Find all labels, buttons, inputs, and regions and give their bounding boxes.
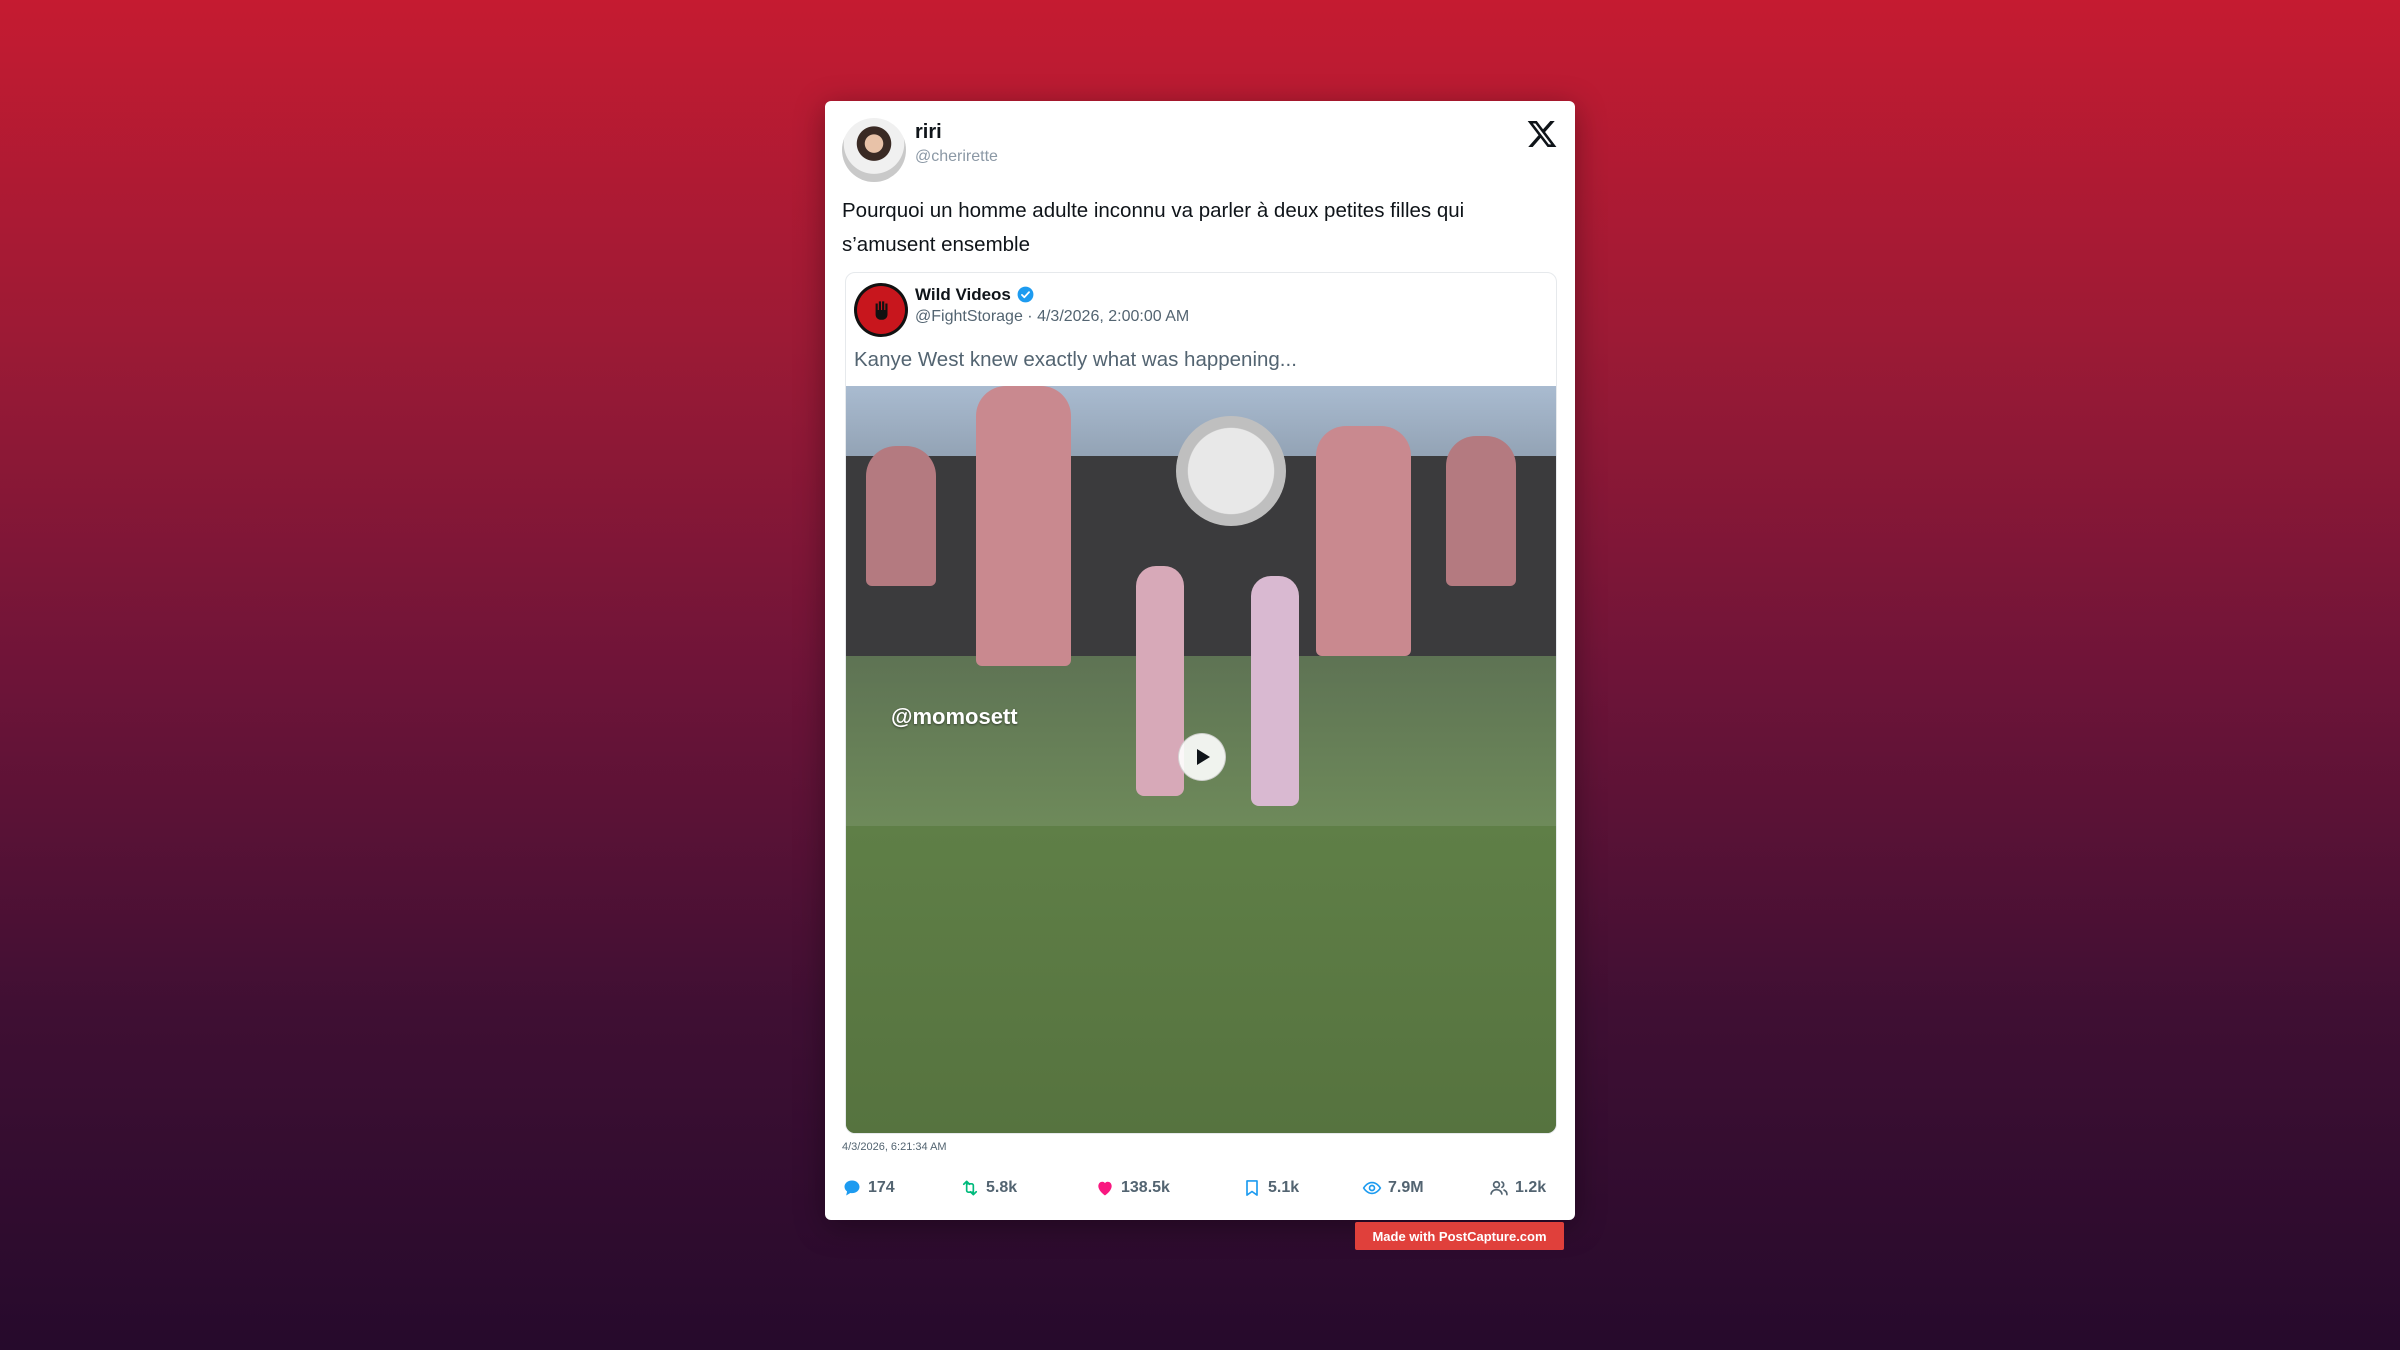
video-watermark: @momosett (891, 704, 1018, 729)
engagement-bar: 174 5.8k 138.5k 5.1k 7.9M 1.2k (842, 1173, 1558, 1203)
quote-count[interactable]: 1.2k (1489, 1173, 1546, 1203)
bookmark-count[interactable]: 5.1k (1242, 1173, 1299, 1203)
view-count[interactable]: 7.9M (1362, 1173, 1424, 1203)
play-button[interactable] (1178, 733, 1226, 781)
post-text: Pourquoi un homme adulte inconnu va parl… (842, 199, 1465, 256)
quoted-author-name[interactable]: Wild Videos (915, 285, 1011, 305)
quoted-post-text: Kanye West knew exactly what was happeni… (854, 348, 1297, 371)
quoted-author-handle-time: @FightStorage · 4/3/2026, 2:00:00 AM (915, 308, 1190, 325)
repost-count[interactable]: 5.8k (960, 1173, 1017, 1203)
repost-icon (962, 1180, 978, 1196)
x-logo-icon[interactable] (1526, 118, 1558, 150)
reply-count-value: 174 (868, 1179, 895, 1196)
play-icon (1197, 749, 1210, 765)
repost-count-value: 5.8k (986, 1179, 1018, 1196)
post-timestamp: 4/3/2026, 6:21:34 AM (842, 1141, 947, 1153)
postcapture-badge[interactable]: Made with PostCapture.com (1355, 1222, 1564, 1250)
quoted-post[interactable]: Wild Videos @FightStorage · 4/3/2026, 2:… (845, 272, 1557, 1134)
video-thumbnail[interactable]: @momosett (846, 386, 1556, 1133)
quote-count-value: 1.2k (1515, 1179, 1547, 1196)
people-icon (1490, 1180, 1508, 1196)
view-count-value: 7.9M (1388, 1179, 1424, 1196)
author-handle[interactable]: @cherirette (915, 148, 998, 166)
reply-count[interactable]: 174 (842, 1173, 895, 1203)
like-count-value: 138.5k (1121, 1179, 1170, 1196)
eye-icon (1362, 1181, 1382, 1195)
bookmark-count-value: 5.1k (1268, 1179, 1300, 1196)
author-display-name[interactable]: riri (915, 121, 942, 144)
comment-icon (844, 1180, 860, 1196)
author-avatar[interactable] (842, 118, 906, 182)
quoted-author-avatar[interactable] (854, 283, 908, 337)
like-count[interactable]: 138.5k (1095, 1173, 1170, 1203)
post-card: riri @cherirette Pourquoi un homme adult… (825, 101, 1575, 1220)
bookmark-icon (1246, 1180, 1258, 1196)
heart-icon (1098, 1181, 1112, 1196)
fist-icon (875, 301, 888, 320)
verified-badge-icon (1017, 286, 1034, 303)
